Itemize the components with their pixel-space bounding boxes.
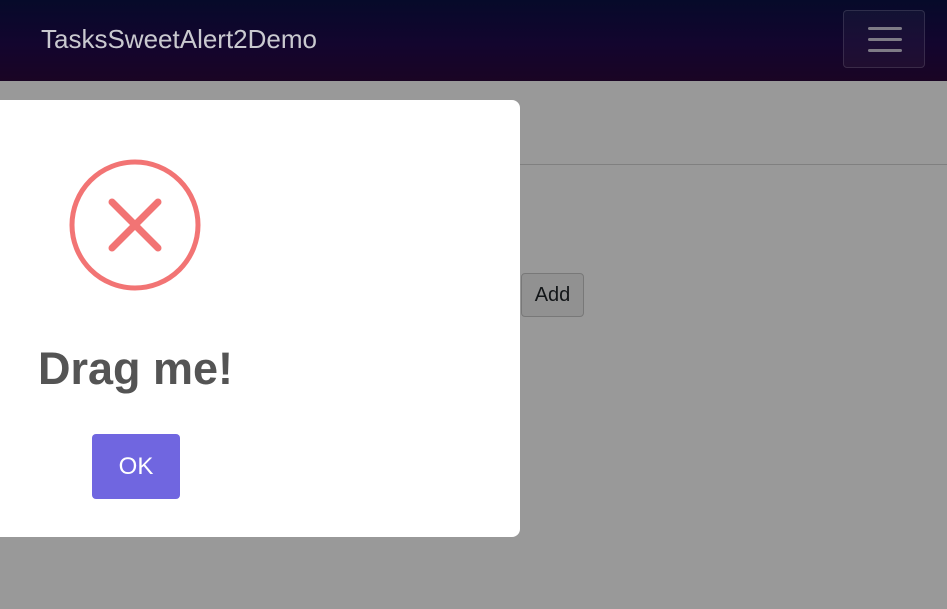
top-navbar: TasksSweetAlert2Demo (0, 0, 947, 81)
hamburger-menu-icon (868, 27, 902, 30)
hamburger-menu-icon (868, 49, 902, 52)
hamburger-menu-icon (868, 38, 902, 41)
error-x-icon (69, 159, 201, 291)
alert-dialog[interactable]: Drag me! OK (0, 100, 520, 537)
alert-title: Drag me! (37, 343, 234, 394)
navbar-toggler-button[interactable] (843, 10, 925, 68)
ok-button[interactable]: OK (92, 434, 180, 499)
navbar-brand[interactable]: TasksSweetAlert2Demo (41, 24, 317, 54)
